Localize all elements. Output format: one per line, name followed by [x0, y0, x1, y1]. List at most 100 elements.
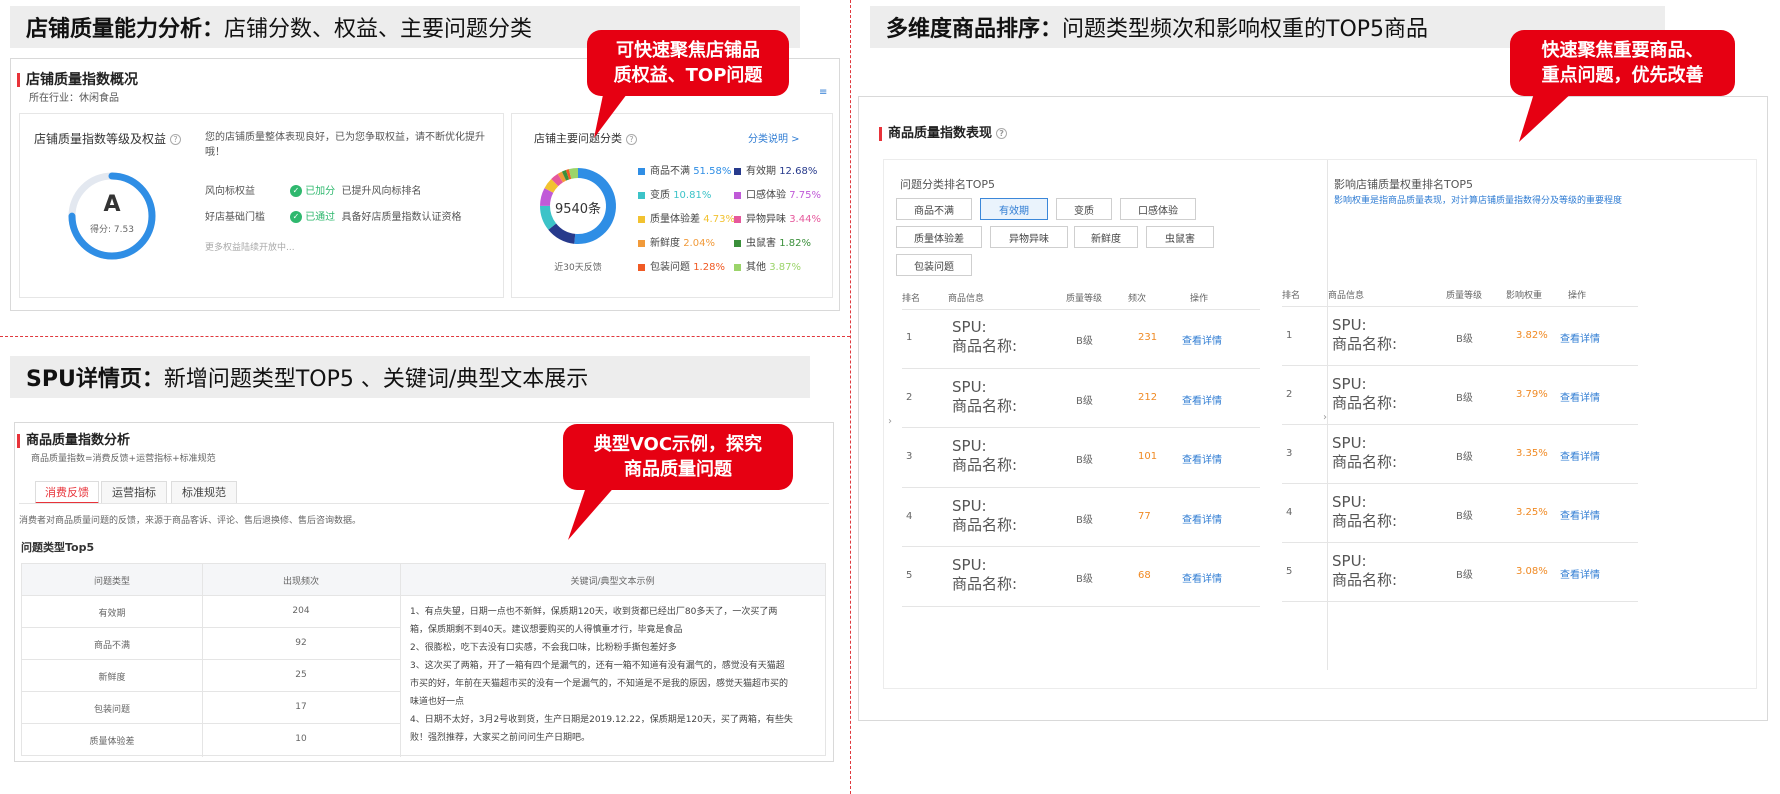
legend-item: 变质 10.81%: [638, 186, 711, 201]
example-text-line: 4、日期不太好，3月2号收到货，生产日期是2019.12.22，保质期是120天…: [410, 715, 793, 725]
legend-swatch: [734, 167, 741, 175]
row-line: [22, 723, 400, 724]
check-icon: ✓: [290, 211, 302, 223]
table-header-cell: 质量等级: [1446, 291, 1483, 301]
issue-tag[interactable]: 质量体验差: [896, 226, 982, 248]
rank-value: 101: [1138, 451, 1158, 462]
callout-spu-pointer: [568, 484, 617, 540]
section-title-rest: 问题类型频次和影响权重的TOP5商品: [1062, 17, 1429, 42]
rank-number: 1: [906, 332, 913, 343]
grade-desc-line2: 哦！: [205, 147, 225, 158]
spu-label: SPU:: [952, 437, 987, 455]
partial-link[interactable]: ≡: [819, 87, 827, 98]
grade-card: 店铺质量指数等级及权益? A 得分: 7.53 您的店铺质量整体表现良好，已为您…: [19, 113, 504, 298]
row-line: [22, 627, 400, 628]
issue-tag[interactable]: 异物异味: [990, 226, 1068, 248]
tab-underline: [19, 503, 829, 504]
issue-tag[interactable]: 变质: [1056, 198, 1112, 220]
issue-tag[interactable]: 新鲜度: [1074, 226, 1138, 248]
header-examples: 关键词/典型文本示例: [570, 577, 655, 587]
legend-name: 虫鼠害: [746, 238, 776, 249]
rank-number: 5: [1286, 566, 1293, 577]
product-name-label: 商品名称:: [1332, 335, 1398, 353]
product-name-label: 商品名称:: [952, 337, 1018, 355]
view-details-link[interactable]: 查看详情: [1182, 451, 1222, 466]
grade-desc-line1: 您的店铺质量整体表现良好，已为您争取权益，请不断优化提升: [205, 132, 485, 143]
view-details-link[interactable]: 查看详情: [1182, 392, 1222, 407]
quality-grade: B级: [1076, 455, 1093, 466]
rank-value: 77: [1138, 510, 1151, 522]
spu-label: SPU:: [952, 377, 987, 396]
header-count: 出现频次: [282, 577, 319, 587]
donut-total: 9540条: [554, 202, 602, 217]
view-details-link[interactable]: 查看详情: [1182, 332, 1222, 347]
issue-count-cell: 25: [295, 670, 307, 680]
view-details-link[interactable]: 查看详情: [1560, 389, 1600, 404]
donut-caption: 近30天反馈: [554, 263, 602, 273]
legend-swatch: [638, 263, 645, 271]
legend-name: 口感体验: [746, 190, 786, 201]
legend-item: 新鲜度 2.04%: [638, 234, 715, 249]
row-line: [902, 427, 1260, 428]
legend-item: 质量体验差 4.73%: [638, 210, 735, 225]
legend-swatch: [734, 263, 741, 271]
row-line: [1282, 483, 1638, 484]
row-line: [902, 546, 1260, 547]
view-details-link[interactable]: 查看详情: [1560, 507, 1600, 522]
legend-name: 有效期: [746, 166, 776, 177]
product-name-label: 商品名称:: [952, 396, 1018, 415]
callout-spu: 典型VOC示例，探究 商品质量问题: [563, 424, 793, 490]
rank-number: 3: [1286, 448, 1293, 459]
view-details-link[interactable]: 查看详情: [1560, 566, 1600, 581]
tab-2[interactable]: 运营指标: [101, 481, 167, 504]
example-text-line: 1、有点失望，日期一点也不新鲜，保质期120天，收到货都已经出厂80多天了，一次…: [410, 607, 778, 617]
legend-item: 异物异味 3.44%: [734, 210, 821, 225]
product-name-label: 商品名称:: [1332, 512, 1398, 530]
quality-grade: B级: [1076, 336, 1093, 347]
rank-value: 212: [1138, 391, 1158, 403]
quality-grade: B级: [1456, 452, 1473, 463]
col-line: [202, 564, 203, 757]
issue-tag[interactable]: 有效期: [980, 198, 1048, 220]
quality-grade: B级: [1076, 395, 1093, 407]
quality-grade: B级: [1456, 393, 1473, 404]
table-header-cell: 排名: [1282, 291, 1301, 301]
horizontal-divider: [0, 336, 850, 337]
view-details-link[interactable]: 查看详情: [1560, 448, 1600, 463]
tab-1[interactable]: 消费反馈: [35, 481, 99, 504]
right-title: 影响店铺质量权重排名TOP5: [1334, 178, 1474, 191]
legend-name: 新鲜度: [650, 238, 680, 249]
rank-number: 4: [1286, 507, 1293, 518]
info-icon[interactable]: ?: [996, 128, 1008, 139]
legend-pct: 10.81%: [673, 190, 712, 201]
legend-pct: 1.28%: [693, 262, 725, 273]
legend-name: 异物异味: [746, 214, 786, 225]
section-title-bold: SPU详情页：: [26, 367, 164, 392]
header-line: [1282, 306, 1638, 307]
rank-value: 3.08%: [1516, 566, 1548, 577]
info-icon[interactable]: ?: [170, 134, 182, 145]
view-details-link[interactable]: 查看详情: [1182, 511, 1222, 526]
issue-tag[interactable]: 商品不满: [896, 198, 972, 220]
issue-tag[interactable]: 口感体验: [1120, 198, 1196, 220]
legend-swatch: [638, 167, 645, 175]
section-title-bold: 多维度商品排序：: [886, 17, 1063, 42]
tab-3[interactable]: 标准规范: [171, 481, 237, 504]
issue-tag[interactable]: 虫鼠害: [1146, 226, 1214, 248]
rank-value: 3.25%: [1516, 507, 1548, 518]
example-text-line: 2、很膨松，吃下去没有口实感，不会我口味，比粉粉手撕包差好多: [410, 643, 677, 653]
view-details-link[interactable]: 查看详情: [1560, 330, 1600, 345]
scroll-right-icon[interactable]: ›: [1323, 412, 1327, 423]
table-header-cell: 操作: [1190, 294, 1209, 304]
product-name-label: 商品名称:: [952, 456, 1018, 474]
rank-number: 5: [906, 570, 913, 581]
row-line: [1282, 365, 1638, 366]
legend-pct: 1.82%: [779, 238, 811, 249]
legend-name: 其他: [746, 262, 766, 273]
issue-count-cell: 204: [292, 606, 310, 616]
view-details-link[interactable]: 查看详情: [1182, 570, 1222, 585]
scroll-left-icon[interactable]: ›: [888, 416, 892, 427]
issues-explain-link[interactable]: 分类说明 >: [748, 130, 800, 145]
check-icon: ✓: [290, 185, 302, 197]
issue-tag[interactable]: 包装问题: [896, 254, 972, 276]
